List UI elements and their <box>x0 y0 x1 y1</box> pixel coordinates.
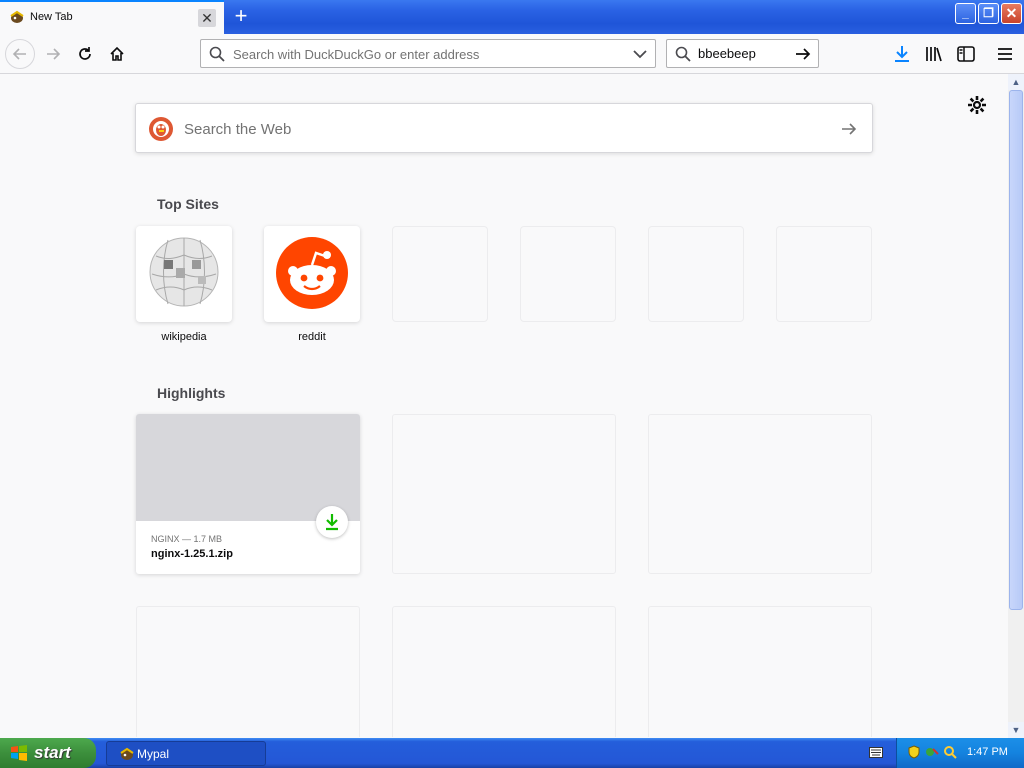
system-tray: 1:47 PM <box>896 738 1024 768</box>
highlight-placeholder <box>136 606 360 737</box>
arrow-right-icon[interactable] <box>840 120 858 138</box>
forward-arrow-icon <box>47 48 61 60</box>
new-tab-page: Top Sites wikipedia reddit High <box>0 75 1008 737</box>
url-input[interactable] <box>231 44 621 64</box>
taskbar-app-label: Mypal <box>137 747 170 761</box>
gear-icon[interactable] <box>967 95 987 115</box>
search-tray-icon[interactable] <box>943 745 957 759</box>
back-arrow-icon <box>12 48 26 60</box>
mypal-favicon-icon <box>10 10 24 23</box>
title-bar: New Tab ✕ + _ ❐ ✕ <box>0 0 1024 34</box>
top-site-label: wikipedia <box>161 331 207 343</box>
download-badge <box>316 506 348 538</box>
back-button[interactable] <box>5 39 35 69</box>
highlight-placeholder <box>648 606 872 737</box>
vertical-scrollbar[interactable]: ▲ ▼ <box>1008 74 1024 738</box>
highlight-placeholder <box>392 414 616 574</box>
search-icon <box>675 46 691 62</box>
scroll-down-button[interactable]: ▼ <box>1008 722 1024 738</box>
top-site-placeholder[interactable] <box>520 226 616 322</box>
home-button[interactable] <box>103 40 131 68</box>
web-search-input[interactable] <box>182 117 822 141</box>
windows-logo-icon <box>11 745 27 761</box>
card-preview <box>136 414 360 521</box>
mypal-favicon-icon <box>120 747 134 760</box>
top-site-placeholder[interactable] <box>776 226 872 322</box>
search-bar[interactable]: bbeebeep <box>666 39 819 68</box>
keyboard-icon[interactable] <box>869 747 883 758</box>
card-meta: NGINX — 1.7 MB <box>151 534 223 544</box>
navigation-toolbar: bbeebeep <box>0 34 1024 74</box>
taskbar-app-mypal[interactable]: Mypal <box>106 741 266 766</box>
clock: 1:47 PM <box>967 746 1008 758</box>
url-bar[interactable] <box>200 39 656 68</box>
download-icon[interactable] <box>892 44 912 64</box>
reload-button[interactable] <box>71 40 99 68</box>
scroll-up-button[interactable]: ▲ <box>1008 74 1024 90</box>
wikipedia-globe-icon <box>149 237 219 307</box>
chevron-down-icon[interactable] <box>631 45 649 63</box>
tab-title: New Tab <box>30 11 73 23</box>
network-icon[interactable] <box>925 745 939 759</box>
highlight-placeholder <box>648 414 872 574</box>
search-icon <box>209 46 225 62</box>
highlights-heading: Highlights <box>157 385 226 401</box>
menu-icon[interactable] <box>995 44 1015 64</box>
highlight-card-download[interactable]: NGINX — 1.7 MB nginx-1.25.1.zip <box>136 414 360 574</box>
top-site-tile-wikipedia[interactable] <box>136 226 232 322</box>
card-title: nginx-1.25.1.zip <box>151 548 233 560</box>
start-label: start <box>34 743 71 762</box>
top-site-placeholder[interactable] <box>392 226 488 322</box>
window-close-button[interactable]: ✕ <box>1001 3 1022 24</box>
top-site-tile-reddit[interactable] <box>264 226 360 322</box>
top-sites-heading: Top Sites <box>157 196 219 212</box>
minimize-button[interactable]: _ <box>955 3 976 24</box>
start-button[interactable]: start <box>0 738 96 768</box>
tab-new-tab[interactable]: New Tab ✕ <box>0 0 224 34</box>
taskbar: start Mypal 1:47 PM <box>0 738 1024 768</box>
duckduckgo-icon <box>149 117 173 141</box>
search-value[interactable]: bbeebeep <box>698 46 756 61</box>
forward-button[interactable] <box>39 40 67 68</box>
maximize-button[interactable]: ❐ <box>978 3 999 24</box>
top-site-label: reddit <box>298 331 326 343</box>
security-shield-icon[interactable] <box>907 745 921 759</box>
download-icon <box>326 514 338 531</box>
new-tab-button[interactable]: + <box>229 4 253 28</box>
tab-close-button[interactable]: ✕ <box>198 9 216 27</box>
web-search-box[interactable] <box>135 103 873 153</box>
top-site-placeholder[interactable] <box>648 226 744 322</box>
highlight-placeholder <box>392 606 616 737</box>
sidebar-icon[interactable] <box>956 44 976 64</box>
reload-icon <box>79 47 91 60</box>
scrollbar-thumb[interactable] <box>1009 90 1023 610</box>
home-icon <box>110 46 124 61</box>
arrow-right-icon[interactable] <box>794 45 812 63</box>
reddit-alien-icon <box>276 237 348 309</box>
library-icon[interactable] <box>924 44 944 64</box>
